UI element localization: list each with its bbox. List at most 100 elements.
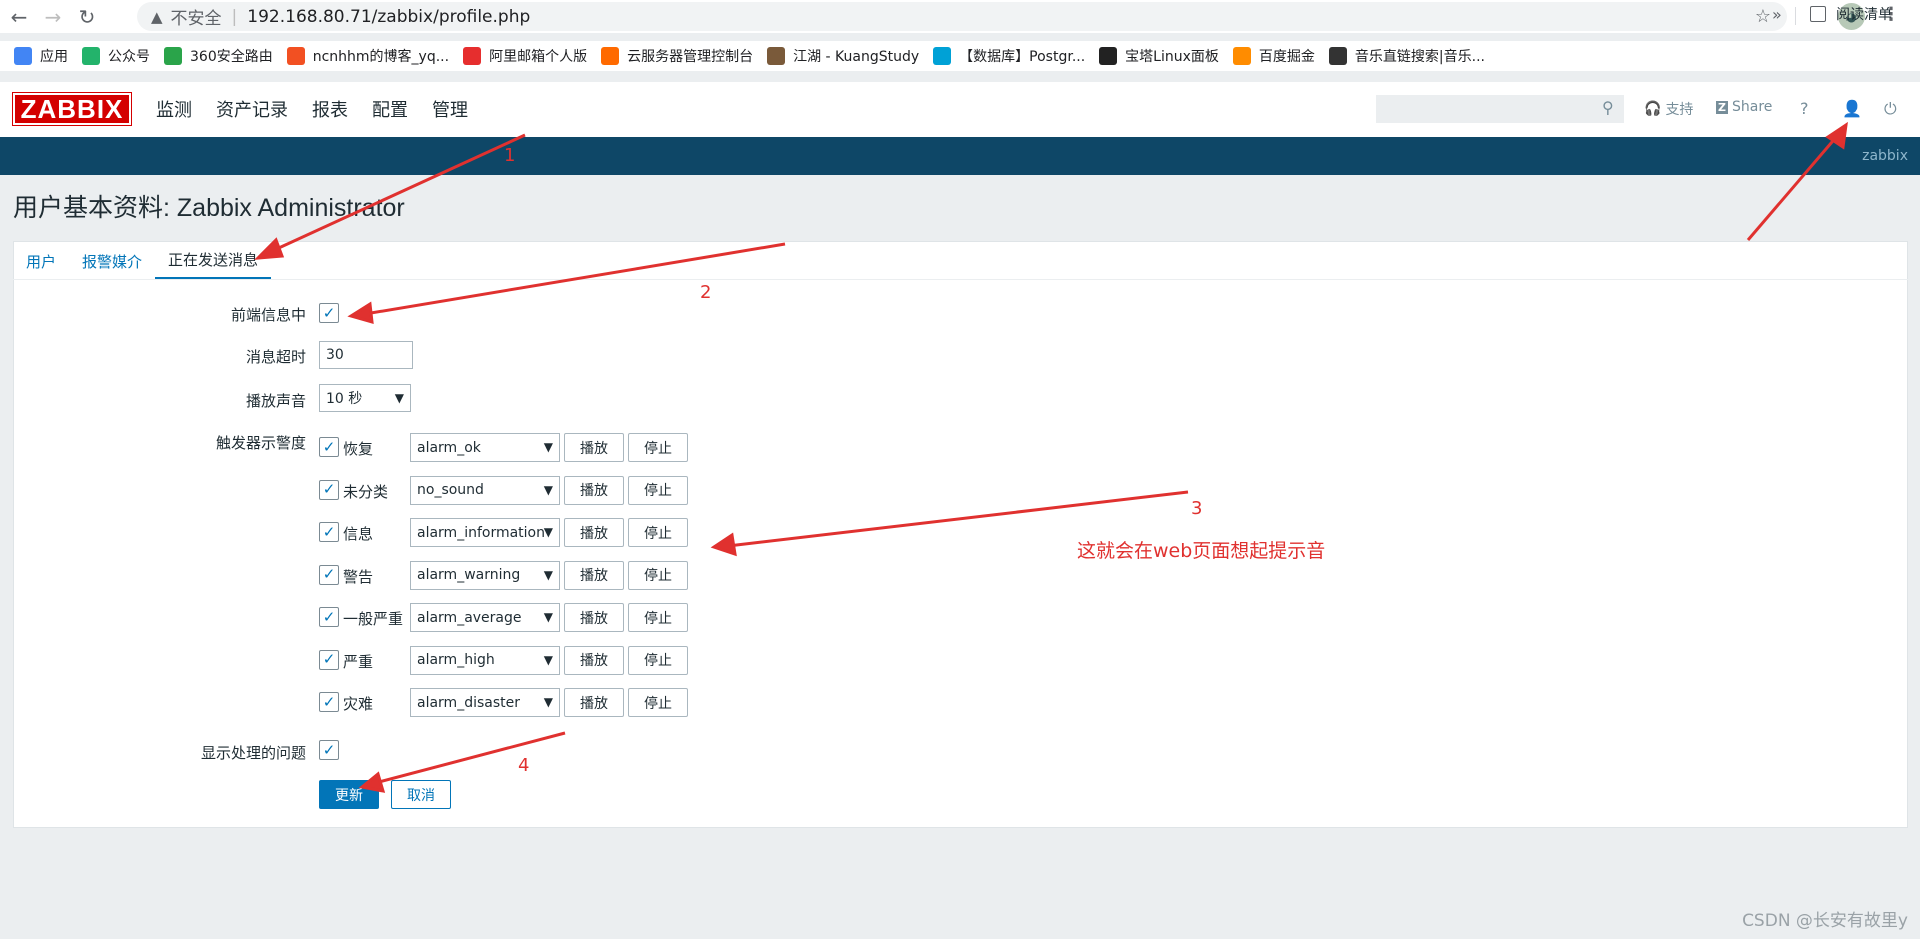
- reading-list-button[interactable]: 阅读清单: [1810, 4, 1892, 24]
- bookmark-item[interactable]: 江湖 - KuangStudy: [767, 46, 919, 66]
- main-menu-item[interactable]: 配置: [372, 96, 408, 122]
- annotation-4: 4: [518, 755, 530, 776]
- bookmark-item[interactable]: 云服务器管理控制台: [601, 46, 753, 66]
- severity-checkbox[interactable]: ✓: [319, 437, 339, 457]
- play-sound-value: 10 秒: [326, 391, 363, 407]
- severity-checkbox[interactable]: ✓: [319, 522, 339, 542]
- bookmark-item[interactable]: ncnhhm的博客_yq...: [286, 46, 450, 66]
- bookmark-item[interactable]: 【数据库】Postgr...: [933, 46, 1085, 66]
- share-z-icon: Z: [1716, 100, 1728, 114]
- severity-name: 信息: [343, 525, 374, 543]
- chevron-down-icon: ▼: [543, 610, 553, 624]
- frontend-messaging-label: 前端信息中: [230, 306, 306, 324]
- severity-name: 恢复: [343, 440, 374, 458]
- play-sound-button[interactable]: 播放: [564, 560, 624, 590]
- address-bar[interactable]: ▲ 不安全 | 192.168.80.71/zabbix/profile.php…: [137, 2, 1787, 31]
- severity-checkbox[interactable]: ✓: [319, 607, 339, 627]
- severity-checkbox[interactable]: ✓: [319, 564, 339, 585]
- bookmark-label: ncnhhm的博客_yq...: [312, 49, 450, 65]
- play-sound-button[interactable]: 播放: [564, 688, 624, 717]
- bookmark-star-icon[interactable]: ☆: [1755, 6, 1771, 27]
- bookmark-label: 音乐直链搜索|音乐...: [1354, 49, 1485, 65]
- bookmark-label: 360安全路由: [190, 49, 273, 65]
- severity-sound-select[interactable]: alarm_high ▼: [410, 645, 560, 675]
- play-sound-button[interactable]: 播放: [564, 518, 624, 547]
- reading-list-label: 阅读清单: [1836, 7, 1892, 23]
- main-menu-item[interactable]: 监测: [156, 96, 192, 122]
- severity-sound-select[interactable]: alarm_average ▼: [410, 603, 560, 632]
- reading-list-icon: [1810, 6, 1826, 22]
- stop-sound-button[interactable]: 停止: [628, 518, 688, 547]
- message-timeout-input[interactable]: 30: [319, 341, 413, 369]
- support-link[interactable]: 🎧 支持: [1644, 99, 1693, 119]
- main-menu-item[interactable]: 报表: [312, 96, 348, 122]
- insecure-label: 不安全: [170, 9, 222, 29]
- bookmark-item[interactable]: 宝塔Linux面板: [1099, 46, 1219, 66]
- bookmark-favicon-icon: [164, 47, 182, 65]
- bookmark-label: 宝塔Linux面板: [1125, 49, 1219, 65]
- reload-icon[interactable]: ↻: [72, 2, 102, 32]
- bookmark-item[interactable]: 应用: [14, 46, 68, 66]
- severity-name: 严重: [343, 652, 374, 671]
- severity-sound-select[interactable]: alarm_disaster ▼: [410, 688, 560, 717]
- bookmark-item[interactable]: 百度掘金: [1232, 46, 1315, 66]
- annotation-3-note: 这就会在web页面想起提示音: [1077, 540, 1326, 562]
- update-button[interactable]: 更新: [319, 780, 379, 809]
- stop-sound-button[interactable]: 停止: [628, 475, 688, 505]
- back-icon[interactable]: ←: [4, 2, 34, 32]
- strip-username: zabbix: [1862, 148, 1908, 164]
- main-menu-item[interactable]: 资产记录: [216, 96, 288, 122]
- severity-sound-value: alarm_information: [417, 524, 545, 541]
- play-sound-button[interactable]: 播放: [564, 433, 624, 462]
- severity-name: 未分类: [343, 482, 389, 501]
- severity-checkbox[interactable]: ✓: [319, 479, 339, 500]
- severity-sound-select[interactable]: alarm_warning ▼: [410, 560, 560, 590]
- frontend-messaging-checkbox[interactable]: ✓: [319, 303, 339, 323]
- stop-sound-button[interactable]: 停止: [628, 645, 688, 675]
- bookmark-item[interactable]: 阿里邮箱个人版: [463, 46, 587, 66]
- show-suppressed-checkbox[interactable]: ✓: [319, 740, 339, 760]
- bookmark-item[interactable]: 360安全路由: [164, 46, 273, 66]
- play-sound-button[interactable]: 播放: [564, 603, 624, 632]
- forward-icon[interactable]: →: [38, 2, 68, 32]
- sign-out-icon[interactable]: ⏻: [1884, 99, 1897, 119]
- bookmark-favicon-icon: [286, 47, 305, 65]
- share-link[interactable]: Z Share: [1716, 99, 1772, 115]
- stop-sound-button[interactable]: 停止: [628, 688, 688, 717]
- bookmarks-divider: [1795, 7, 1796, 25]
- tab-user[interactable]: 用户: [13, 242, 69, 280]
- bookmark-item[interactable]: 公众号: [82, 46, 150, 66]
- bookmarks-overflow-icon[interactable]: »: [1772, 5, 1782, 24]
- severity-checkbox[interactable]: ✓: [319, 692, 339, 712]
- severity-sound-value: alarm_high: [417, 652, 495, 668]
- bookmark-item[interactable]: 音乐直链搜索|音乐...: [1328, 46, 1485, 66]
- search-icon[interactable]: ⚲: [1602, 98, 1614, 117]
- tab-media[interactable]: 报警媒介: [69, 242, 155, 280]
- stop-sound-button[interactable]: 停止: [628, 603, 688, 632]
- chevron-down-icon: ▼: [543, 567, 553, 582]
- bookmark-label: 应用: [40, 49, 68, 65]
- severity-sound-select[interactable]: alarm_ok ▼: [410, 433, 560, 462]
- stop-sound-button[interactable]: 停止: [628, 433, 688, 462]
- user-profile-icon[interactable]: 👤: [1842, 99, 1862, 118]
- play-sound-select[interactable]: 10 秒 ▼: [319, 384, 411, 412]
- tab-messaging[interactable]: 正在发送消息: [155, 242, 272, 280]
- main-menu-item[interactable]: 管理: [432, 96, 468, 122]
- severity-sound-select[interactable]: alarm_information ▼: [410, 518, 560, 547]
- cancel-button[interactable]: 取消: [391, 780, 451, 809]
- play-sound-label: 播放声音: [245, 392, 306, 410]
- chevron-down-icon: ▼: [394, 391, 404, 405]
- watermark: CSDN @长安有故里y: [1742, 911, 1908, 931]
- stop-sound-button[interactable]: 停止: [628, 560, 688, 590]
- global-search-input[interactable]: [1376, 95, 1624, 123]
- zabbix-logo[interactable]: ZABBIX: [12, 92, 132, 126]
- help-icon[interactable]: ?: [1800, 99, 1809, 118]
- url-separator: |: [231, 6, 238, 27]
- severity-name: 灾难: [343, 695, 374, 713]
- play-sound-button[interactable]: 播放: [564, 475, 624, 505]
- trigger-severity-label: 触发器示警度: [215, 434, 306, 452]
- play-sound-button[interactable]: 播放: [564, 645, 624, 675]
- severity-checkbox[interactable]: ✓: [319, 649, 339, 670]
- warning-icon: ▲: [151, 7, 163, 26]
- severity-sound-select[interactable]: no_sound ▼: [410, 475, 560, 505]
